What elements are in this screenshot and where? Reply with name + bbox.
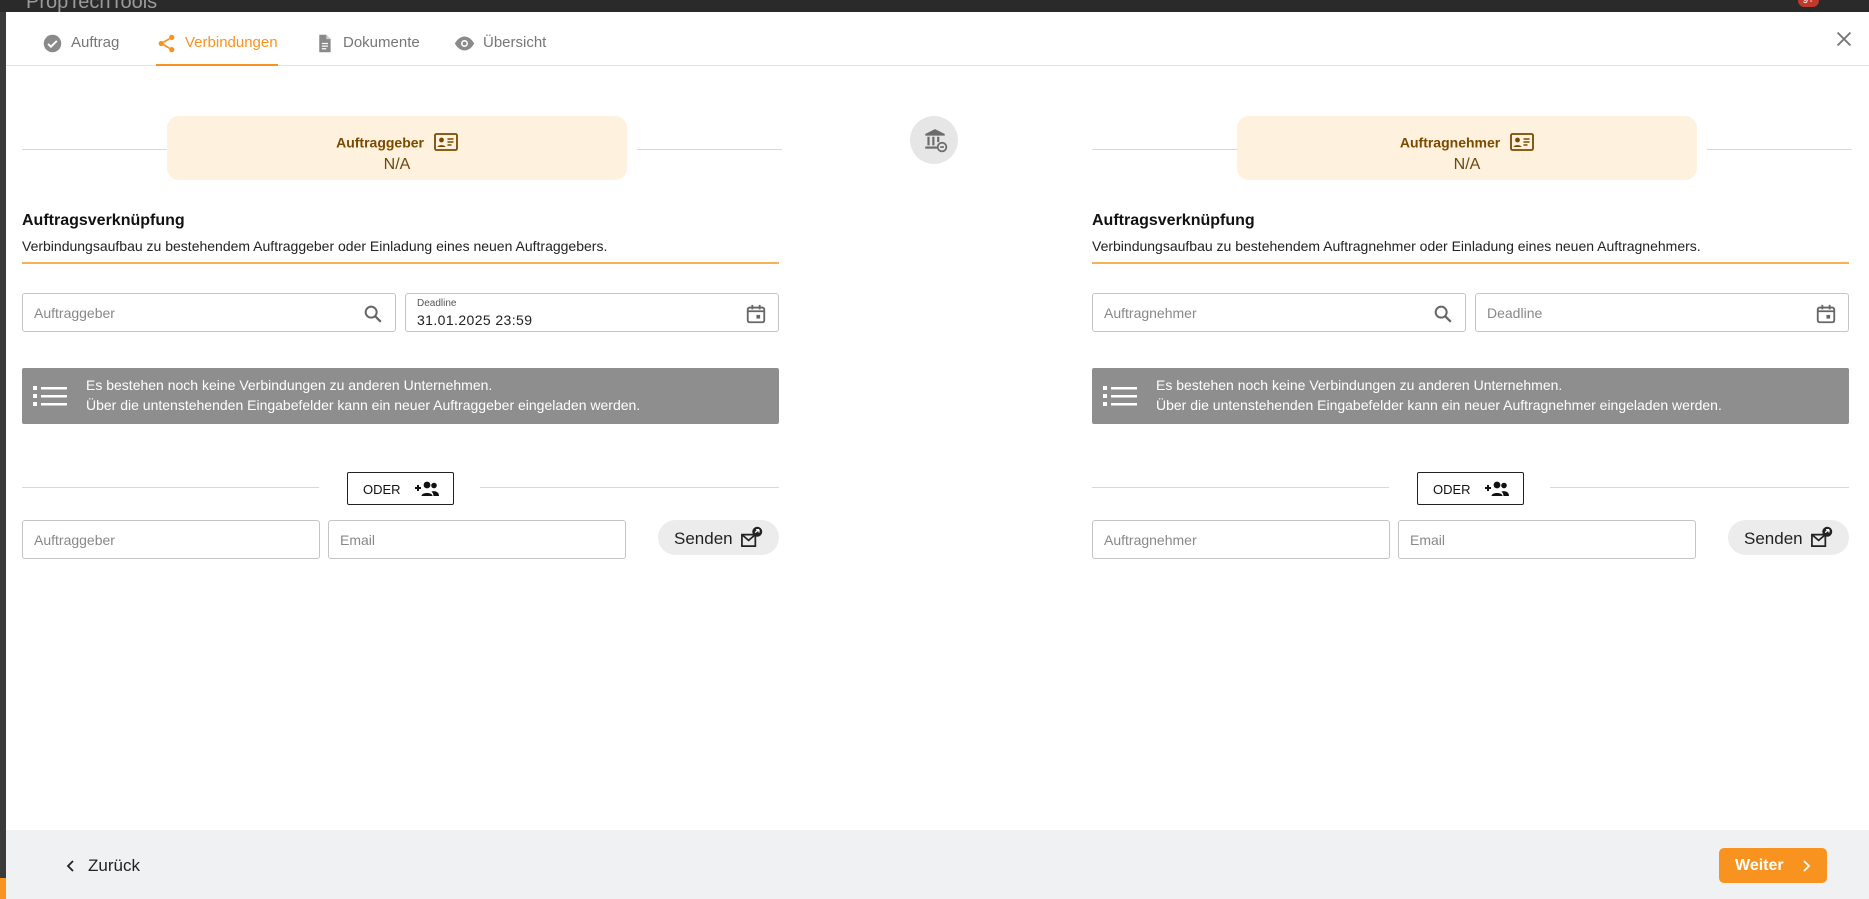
close-icon[interactable] (1833, 28, 1855, 50)
deadline-field[interactable]: Deadline 31.01.2025 23:59 (405, 293, 779, 332)
tab-label: Dokumente (343, 34, 420, 51)
add-group-icon (415, 481, 439, 496)
divider (1707, 149, 1852, 150)
wizard-tabs: Auftrag Verbindungen Dokumente Übersicht (6, 12, 1869, 66)
invite-contractor-email-input[interactable]: Email (1398, 520, 1696, 559)
next-button[interactable]: Weiter (1719, 848, 1827, 883)
list-icon (1103, 386, 1137, 406)
or-invite-button[interactable]: ODER (1417, 472, 1524, 505)
send-invite-button[interactable]: Senden (1728, 520, 1849, 555)
client-column: Auftraggeber N/A Auftragsverknüpfung Ver… (22, 66, 782, 836)
client-card: Auftraggeber N/A (167, 116, 627, 180)
placeholder: Email (1410, 532, 1446, 548)
contractor-column: Auftragnehmer N/A Auftragsverknüpfung Ve… (1092, 66, 1852, 836)
deadline-label: Deadline (417, 298, 457, 309)
client-value: N/A (383, 156, 411, 173)
info-line-1: Es bestehen noch keine Verbindungen zu a… (86, 377, 493, 393)
check-circle-icon (43, 34, 62, 53)
placeholder: Auftraggeber (34, 532, 115, 548)
tab-verbindungen[interactable]: Verbindungen (156, 34, 278, 66)
connection-center-badge (910, 116, 958, 164)
no-connections-info: Es bestehen noch keine Verbindungen zu a… (1092, 368, 1849, 424)
deadline-field[interactable]: Deadline (1475, 293, 1849, 332)
calendar-icon[interactable] (1815, 303, 1837, 325)
contractor-search-input[interactable]: Auftragnehmer (1092, 293, 1466, 332)
dialog-footer: Zurück Weiter (6, 830, 1869, 899)
or-invite-button[interactable]: ODER (347, 472, 454, 505)
tab-label: Verbindungen (185, 34, 278, 51)
placeholder: Deadline (1487, 305, 1543, 321)
placeholder: Auftragnehmer (1104, 305, 1197, 321)
client-search-input[interactable]: Auftraggeber (22, 293, 396, 332)
list-icon (33, 386, 67, 406)
document-icon (319, 34, 331, 53)
back-button[interactable]: Zurück (64, 856, 140, 876)
info-line-1: Es bestehen noch keine Verbindungen zu a… (1156, 377, 1563, 393)
client-card-title: Auftraggeber (336, 134, 424, 151)
divider (480, 487, 779, 488)
connections-dialog: Auftrag Verbindungen Dokumente Übersicht… (6, 12, 1869, 899)
placeholder: Auftraggeber (34, 305, 115, 321)
tab-auftrag[interactable]: Auftrag (42, 34, 119, 66)
notification-badge[interactable]: 9+ (1797, 0, 1819, 7)
app-name: PropTechTools (26, 0, 158, 12)
search-icon[interactable] (1432, 303, 1454, 325)
invite-client-email-input[interactable]: Email (328, 520, 626, 559)
or-label: ODER (363, 482, 401, 497)
invite-client-name-input[interactable]: Auftraggeber (22, 520, 320, 559)
contractor-card: Auftragnehmer N/A (1237, 116, 1697, 180)
info-line-2: Über die untenstehenden Eingabefelder ka… (86, 397, 641, 413)
divider (1550, 487, 1849, 488)
bank-link-icon (925, 129, 948, 153)
tab-label: Übersicht (483, 34, 547, 51)
calendar-icon[interactable] (745, 303, 767, 325)
add-group-icon (1485, 481, 1509, 496)
contractor-card-title: Auftragnehmer (1399, 134, 1501, 151)
info-line-2: Über die untenstehenden Eingabefelder ka… (1156, 397, 1722, 413)
section-subtitle: Verbindungsaufbau zu bestehendem Auftrag… (22, 238, 608, 254)
back-label: Zurück (88, 856, 140, 875)
app-top-bar: PropTechTools 9+ (0, 0, 1869, 12)
placeholder: Auftragnehmer (1104, 532, 1197, 548)
or-label: ODER (1433, 482, 1471, 497)
next-label: Weiter (1735, 857, 1784, 874)
chevron-left-icon (66, 860, 74, 872)
send-label: Senden (1744, 529, 1803, 548)
section-divider (22, 262, 779, 264)
search-icon[interactable] (362, 303, 384, 325)
contact-card-icon (433, 133, 458, 152)
tab-dokumente[interactable]: Dokumente (314, 34, 420, 66)
contractor-value: N/A (1453, 156, 1481, 173)
send-mail-icon (741, 526, 763, 547)
deadline-value: 31.01.2025 23:59 (417, 312, 533, 328)
invite-contractor-name-input[interactable]: Auftragnehmer (1092, 520, 1390, 559)
send-mail-icon (1811, 526, 1833, 547)
placeholder: Email (340, 532, 376, 548)
tab-label: Auftrag (71, 34, 120, 51)
eye-icon (454, 36, 475, 51)
section-divider (1092, 262, 1849, 264)
divider (1092, 487, 1389, 488)
no-connections-info: Es bestehen noch keine Verbindungen zu a… (22, 368, 779, 424)
section-title: Auftragsverknüpfung (1092, 212, 1255, 229)
chevron-right-icon (1803, 860, 1811, 872)
send-invite-button[interactable]: Senden (658, 520, 779, 555)
contact-card-icon (1510, 133, 1535, 152)
divider (22, 149, 167, 150)
section-subtitle: Verbindungsaufbau zu bestehendem Auftrag… (1092, 238, 1701, 254)
share-icon (158, 34, 175, 53)
divider (637, 149, 782, 150)
divider (22, 487, 319, 488)
send-label: Senden (674, 529, 733, 548)
divider (1092, 149, 1237, 150)
section-title: Auftragsverknüpfung (22, 212, 185, 229)
tab-uebersicht[interactable]: Übersicht (454, 34, 546, 66)
